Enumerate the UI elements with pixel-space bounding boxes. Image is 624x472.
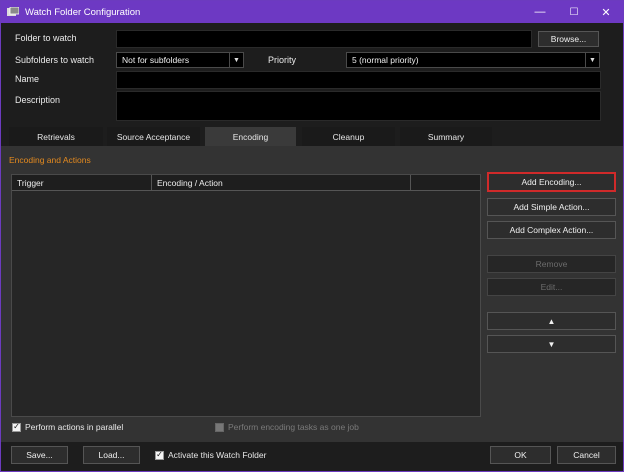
name-input[interactable] [116,71,601,89]
description-label: Description [15,95,61,105]
tab-cleanup[interactable]: Cleanup [302,127,395,146]
subfolders-dropdown[interactable]: Not for subfolders ▼ [116,52,244,68]
checkbox-checked-icon[interactable]: ✓ [155,450,164,460]
column-header-blank[interactable] [411,175,481,191]
tab-retrievals[interactable]: Retrievals [9,127,103,146]
close-icon[interactable]: ✕ [589,1,623,23]
edit-button[interactable]: Edit... [487,278,616,296]
tab-summary[interactable]: Summary [400,127,492,146]
priority-label: Priority [268,55,297,65]
chevron-down-icon[interactable]: ▼ [585,53,599,67]
priority-dropdown[interactable]: 5 (normal priority) ▼ [346,52,600,68]
column-header-encoding-action[interactable]: Encoding / Action [152,175,411,191]
window-title: Watch Folder Configuration [25,6,141,18]
checkbox-checked-icon[interactable]: ✓ [12,422,21,432]
table-header: Trigger Encoding / Action [12,175,480,191]
ok-button[interactable]: OK [490,446,551,464]
description-input[interactable] [116,91,601,121]
add-simple-action-button[interactable]: Add Simple Action... [487,198,616,216]
move-down-button[interactable]: ▼ [487,335,616,353]
activate-label: Activate this Watch Folder [168,450,267,460]
priority-value: 5 (normal priority) [352,55,419,65]
load-button[interactable]: Load... [83,446,140,464]
name-label: Name [15,74,40,84]
add-encoding-button[interactable]: Add Encoding... [487,172,616,192]
app-icon [7,7,19,17]
tab-encoding[interactable]: Encoding [205,127,296,146]
maximize-icon[interactable]: ☐ [557,1,591,23]
tab-source-acceptance[interactable]: Source Acceptance [107,127,200,146]
chevron-down-icon[interactable]: ▼ [229,53,243,67]
subfolders-value: Not for subfolders [122,55,190,65]
parallel-label: Perform actions in parallel [25,422,124,432]
cancel-button[interactable]: Cancel [557,446,616,464]
move-up-button[interactable]: ▲ [487,312,616,330]
activate-checkbox[interactable]: ✓ Activate this Watch Folder [155,450,266,460]
folder-input[interactable] [116,30,532,48]
remove-button[interactable]: Remove [487,255,616,273]
one-job-label: Perform encoding tasks as one job [228,422,359,432]
parallel-checkbox[interactable]: ✓ Perform actions in parallel [12,422,123,432]
browse-button[interactable]: Browse... [538,31,599,47]
watch-folder-window: Watch Folder Configuration — ☐ ✕ Folder … [0,0,624,472]
title-bar[interactable]: Watch Folder Configuration — ☐ ✕ [1,1,623,23]
one-job-checkbox[interactable]: Perform encoding tasks as one job [215,422,359,432]
minimize-icon[interactable]: — [523,1,557,23]
folder-label: Folder to watch [15,33,77,43]
section-title: Encoding and Actions [9,155,91,165]
encoding-table[interactable]: Trigger Encoding / Action [11,174,481,417]
checkbox-unchecked-icon[interactable] [215,422,224,432]
save-button[interactable]: Save... [11,446,68,464]
subfolders-label: Subfolders to watch [15,55,95,65]
column-header-trigger[interactable]: Trigger [12,175,152,191]
add-complex-action-button[interactable]: Add Complex Action... [487,221,616,239]
